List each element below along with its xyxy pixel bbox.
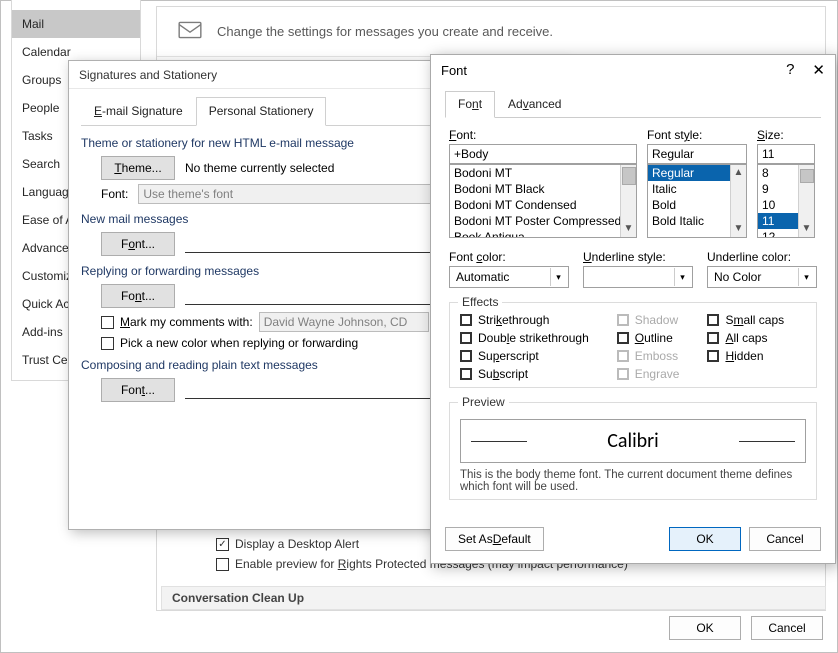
style-list-scrollbar[interactable]: ▲▼: [730, 165, 746, 237]
effect-subscript[interactable]: Subscript: [460, 367, 589, 381]
font-size-input[interactable]: [757, 144, 815, 164]
mark-comments-input[interactable]: [259, 312, 429, 332]
help-icon[interactable]: ?: [786, 61, 794, 79]
font-dialog: Font ? ✕ Font Advanced Font: Bodoni MT B…: [430, 54, 836, 564]
close-icon[interactable]: ✕: [812, 61, 825, 79]
font-list-item[interactable]: Bodoni MT Black: [450, 181, 636, 197]
preview-note: This is the body theme font. The current…: [460, 469, 806, 493]
effect-hidden[interactable]: Hidden: [707, 349, 784, 363]
options-header-text: Change the settings for messages you cre…: [217, 24, 553, 39]
envelope-icon: [177, 17, 217, 46]
font-list[interactable]: Bodoni MT Bodoni MT Black Bodoni MT Cond…: [449, 164, 637, 238]
font-list-item[interactable]: Book Antiqua: [450, 229, 636, 238]
pick-color-label: Pick a new color when replying or forwar…: [120, 336, 358, 350]
options-cancel-button[interactable]: Cancel: [751, 616, 823, 640]
font-color-label: Font color:: [449, 250, 569, 264]
font-dialog-title: Font: [441, 63, 467, 78]
new-mail-sample: [185, 235, 435, 253]
effect-emboss: Emboss: [617, 349, 680, 363]
font-size-label: Size:: [757, 128, 815, 142]
font-tabs: Font Advanced: [445, 91, 821, 118]
preview-sample-text: Calibri: [537, 429, 729, 453]
effects-legend: Effects: [458, 295, 502, 309]
effects-group: Effects Strikethrough Double strikethrou…: [449, 302, 817, 388]
font-style-label: Font style:: [647, 128, 747, 142]
effect-double-strikethrough[interactable]: Double strikethrough: [460, 331, 589, 345]
font-list-scrollbar[interactable]: ▲▼: [620, 165, 636, 237]
new-mail-font-button[interactable]: Font...: [101, 232, 175, 256]
options-ok-button[interactable]: OK: [669, 616, 741, 640]
font-title-bar: Font ? ✕: [431, 55, 835, 85]
plain-font-button[interactable]: Font...: [101, 378, 175, 402]
effect-outline[interactable]: Outline: [617, 331, 680, 345]
effect-superscript[interactable]: Superscript: [460, 349, 589, 363]
font-label: Font:: [449, 128, 637, 142]
no-theme-text: No theme currently selected: [185, 161, 334, 175]
font-name-input[interactable]: [449, 144, 637, 164]
font-list-item[interactable]: Bodoni MT: [450, 165, 636, 181]
font-list-item[interactable]: Bodoni MT Poster Compressed: [450, 213, 636, 229]
desktop-alert-label: Display a Desktop Alert: [235, 537, 359, 551]
preview-box: Calibri: [460, 419, 806, 463]
preview-group: Preview Calibri This is the body theme f…: [449, 402, 817, 500]
font-cancel-button[interactable]: Cancel: [749, 527, 821, 551]
options-buttons: OK Cancel: [669, 616, 823, 640]
font-tab-advanced[interactable]: Advanced: [495, 91, 574, 118]
font-tab-font[interactable]: Font: [445, 91, 495, 118]
effect-all-caps[interactable]: All caps: [707, 331, 784, 345]
tab-personal-stationery[interactable]: Personal Stationery: [196, 97, 327, 126]
reply-font-button[interactable]: Font...: [101, 284, 175, 308]
conversation-cleanup-header: Conversation Clean Up: [161, 586, 826, 610]
chevron-down-icon: ▾: [674, 268, 690, 286]
chevron-down-icon: ▾: [798, 268, 814, 286]
plain-sample: [185, 381, 435, 399]
effect-shadow: Shadow: [617, 313, 680, 327]
underline-color-dropdown[interactable]: No Color▾: [707, 266, 817, 288]
options-header: Change the settings for messages you cre…: [157, 7, 825, 57]
category-mail[interactable]: Mail: [12, 10, 140, 38]
category-general[interactable]: General: [12, 0, 140, 10]
pick-color-checkbox[interactable]: [101, 337, 114, 350]
effect-small-caps[interactable]: Small caps: [707, 313, 784, 327]
font-list-item[interactable]: Bodoni MT Condensed: [450, 197, 636, 213]
preview-legend: Preview: [458, 395, 509, 409]
font-style-list[interactable]: Regular Italic Bold Bold Italic ▲▼: [647, 164, 747, 238]
underline-style-dropdown[interactable]: ▾: [583, 266, 693, 288]
theme-button[interactable]: Theme...: [101, 156, 175, 180]
reply-sample: [185, 287, 435, 305]
mark-comments-checkbox[interactable]: [101, 316, 114, 329]
chevron-down-icon: ▾: [550, 268, 566, 286]
effect-engrave: Engrave: [617, 367, 680, 381]
font-style-input[interactable]: [647, 144, 747, 164]
theme-font-label: Font:: [101, 187, 128, 201]
underline-color-label: Underline color:: [707, 250, 817, 264]
tab-email-signature[interactable]: E-mail Signature: [81, 97, 196, 126]
mark-comments-label: Mark my comments with:: [120, 315, 253, 329]
set-as-default-button[interactable]: Set As Default: [445, 527, 544, 551]
size-list-scrollbar[interactable]: ▲▼: [798, 165, 814, 237]
font-size-list[interactable]: 8 9 10 11 12 ▲▼: [757, 164, 815, 238]
underline-style-label: Underline style:: [583, 250, 693, 264]
font-color-dropdown[interactable]: Automatic▾: [449, 266, 569, 288]
font-ok-button[interactable]: OK: [669, 527, 741, 551]
effect-strikethrough[interactable]: Strikethrough: [460, 313, 589, 327]
